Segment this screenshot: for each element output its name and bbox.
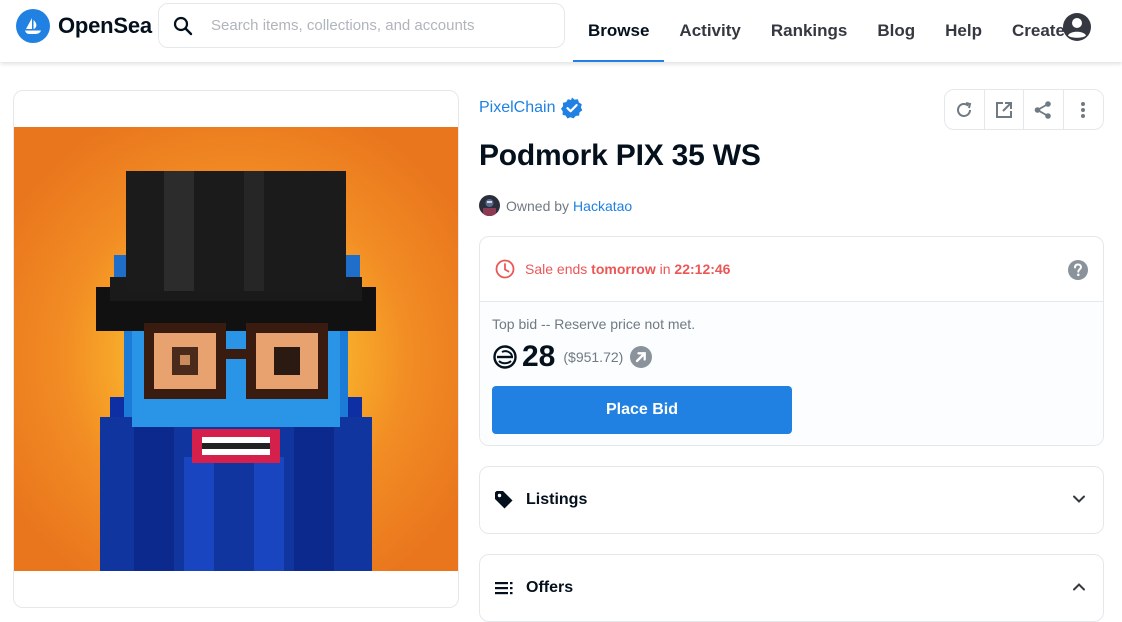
sale-card: Sale ends tomorrow in 22:12:46 Top bid -… — [479, 236, 1104, 446]
nav-rankings[interactable]: Rankings — [756, 0, 863, 62]
top-nav: OpenSea Browse Activity Rankings Blog He… — [0, 0, 1122, 62]
sale-ends-text: Sale ends tomorrow in 22:12:46 — [525, 261, 731, 277]
share-icon[interactable] — [1024, 90, 1064, 129]
nav-browse[interactable]: Browse — [573, 0, 665, 62]
list-icon — [494, 578, 514, 598]
account-circle-icon[interactable] — [1062, 12, 1092, 42]
chevron-up-icon — [1071, 579, 1087, 595]
nft-image-card — [13, 90, 459, 608]
top-bid-label: Top bid -- Reserve price not met. — [492, 316, 696, 332]
asset-title: Podmork PIX 35 WS — [479, 139, 761, 172]
nft-artwork[interactable] — [14, 127, 458, 571]
owner-avatar[interactable] — [479, 195, 500, 216]
search-input[interactable] — [211, 17, 541, 34]
tag-icon — [494, 490, 514, 510]
listings-title: Listings — [526, 491, 588, 508]
search-bar[interactable] — [158, 3, 565, 48]
owner-link[interactable]: Hackatao — [573, 198, 632, 214]
bid-section: Top bid -- Reserve price not met. 28 ($9… — [480, 302, 1103, 445]
asset-actions — [944, 89, 1104, 130]
search-icon — [173, 16, 193, 36]
offers-title: Offers — [526, 579, 574, 596]
listings-panel[interactable]: Listings — [479, 466, 1104, 534]
owned-by-label: Owned by — [506, 197, 570, 214]
nav-blog[interactable]: Blog — [862, 0, 930, 62]
nav-help[interactable]: Help — [930, 0, 997, 62]
verified-badge-icon — [560, 96, 584, 120]
help-icon[interactable] — [1067, 259, 1089, 281]
sale-timer: Sale ends tomorrow in 22:12:46 — [480, 237, 1103, 302]
price-usd: ($951.72) — [563, 349, 624, 365]
brand-name: OpenSea — [58, 13, 152, 38]
chevron-down-icon — [1071, 491, 1087, 507]
arrow-up-right-icon[interactable] — [629, 345, 653, 369]
more-options-icon[interactable] — [1064, 90, 1103, 129]
collection-name: PixelChain — [479, 99, 556, 116]
refresh-icon[interactable] — [945, 90, 985, 129]
opensea-logo-icon — [16, 9, 50, 43]
opensea-logo[interactable]: OpenSea — [16, 9, 152, 43]
weth-icon — [492, 344, 518, 370]
clock-icon — [494, 258, 516, 280]
price-row: 28 ($951.72) — [492, 340, 1091, 374]
place-bid-button[interactable]: Place Bid — [492, 386, 792, 434]
price-amount: 28 — [522, 340, 556, 373]
owner-row: Owned by Hackatao — [479, 195, 632, 216]
nav-activity[interactable]: Activity — [664, 0, 755, 62]
main-menu: Browse Activity Rankings Blog Help Creat… — [573, 0, 1080, 62]
open-external-icon[interactable] — [985, 90, 1024, 129]
collection-link[interactable]: PixelChain — [479, 96, 584, 120]
offers-panel[interactable]: Offers — [479, 554, 1104, 622]
